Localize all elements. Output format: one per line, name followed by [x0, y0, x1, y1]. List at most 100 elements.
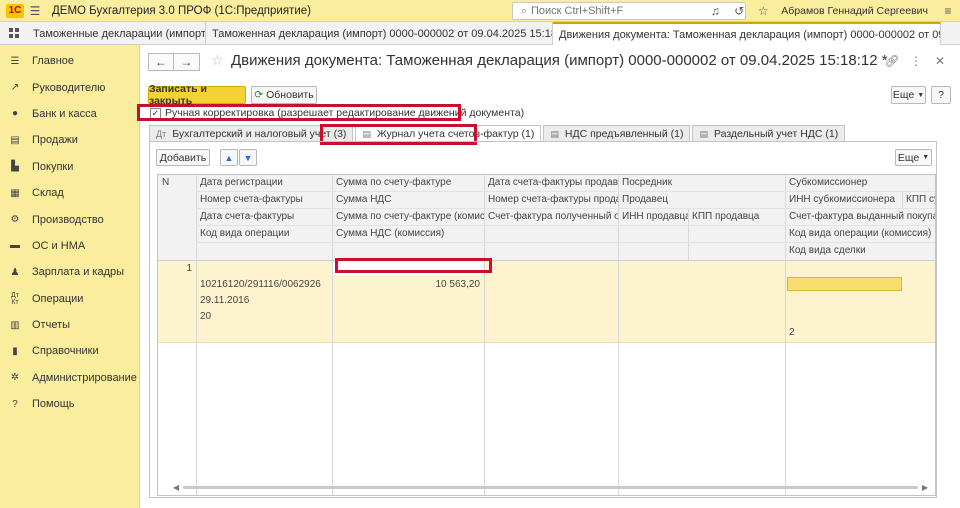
cell-operation-code[interactable]: 20 — [196, 311, 332, 322]
tab-customs-declaration[interactable]: Таможенная декларация (импорт) 0000-0000… — [206, 22, 553, 45]
main-menu-icon[interactable]: ☰ — [24, 4, 46, 18]
col-invoice-date: Дата счета-фактуры — [200, 211, 295, 222]
home-grid-icon[interactable] — [0, 22, 27, 44]
sidebar-item-warehouse[interactable]: ▦ Склад — [0, 180, 139, 206]
warehouse-icon: ▦ — [10, 187, 20, 199]
document-form: ← → ☆ Движения документа: Таможенная дек… — [137, 45, 960, 508]
col-seller-kpp: КПП продавца — [692, 211, 760, 222]
tab-document-movements[interactable]: Движения документа: Таможенная деклараци… — [553, 22, 941, 45]
settings-menu-icon[interactable]: ≡ — [936, 4, 960, 18]
register-icon: ▤ — [550, 128, 559, 139]
col-issued-invoice: Счет-фактура выданный покупателю — [789, 211, 935, 222]
col-subcommissioner-kpp: КПП су — [906, 194, 936, 205]
tab-label: Таможенная декларация (импорт) 0000-0000… — [212, 27, 553, 40]
selected-cell[interactable] — [787, 277, 902, 291]
cell-vat-amount[interactable]: 10 563,20 — [332, 279, 484, 290]
col-seller-invoice-number: Номер счета-фактуры продавца — [488, 194, 618, 205]
col-received-invoice: Счет-фактура полученный от п... — [488, 211, 618, 222]
operations-icon: Дт Кт — [11, 291, 19, 306]
sidebar-item-production[interactable]: ⚙ Производство — [0, 206, 139, 232]
book-icon: ▮ — [12, 345, 18, 357]
1c-logo: 1С — [6, 3, 24, 18]
sidebar-item-sales[interactable]: ▤ Продажи — [0, 127, 139, 153]
cell-deal-type-code[interactable]: 2 — [785, 327, 935, 338]
search-input[interactable] — [531, 5, 731, 17]
more-button[interactable]: Еще ▼ — [891, 86, 926, 104]
col-vat-amount: Сумма НДС — [336, 194, 392, 205]
highlight-invoice-amount — [335, 258, 492, 273]
col-seller-inn: ИНН продавца — [622, 211, 688, 222]
sidebar-item-bank[interactable]: ● Банк и касса — [0, 101, 139, 127]
col-invoice-number: Номер счета-фактуры — [200, 194, 303, 205]
move-down-button[interactable]: ▼ — [239, 149, 257, 166]
basket-icon: ▙ — [11, 161, 19, 173]
tab-label: Движения документа: Таможенная деклараци… — [559, 28, 940, 41]
sidebar-item-main[interactable]: ☰ Главное — [0, 48, 139, 74]
cell-invoice-date[interactable]: 29.11.2016 — [196, 295, 332, 306]
panel-more-button[interactable]: Еще ▼ — [895, 149, 932, 166]
open-windows-bar: Таможенные декларации (импорт) ✕ Таможен… — [0, 22, 960, 45]
tab-separate-vat[interactable]: ▤ Раздельный учет НДС (1) — [692, 125, 846, 142]
app-title: ДЕМО Бухгалтерия 3.0 ПРОФ (1С:Предприяти… — [52, 4, 311, 17]
arrow-left-icon: ← — [155, 55, 167, 69]
history-icon[interactable]: ↺ — [727, 4, 751, 18]
horizontal-scrollbar[interactable]: ◀ ▶ — [173, 483, 928, 492]
col-invoice-amount-commission: Сумма по счету-фактуре (комиссия) — [336, 211, 484, 222]
link-icon[interactable]: 🔗︎ — [880, 54, 904, 68]
invoice-journal-panel: Добавить ▲ ▼ Еще ▼ N Дата регистрации Но… — [149, 141, 937, 498]
sidebar-item-directories[interactable]: ▮ Справочники — [0, 338, 139, 364]
scroll-left-icon[interactable]: ◀ — [173, 483, 179, 492]
refresh-icon: ⟳ — [254, 89, 264, 101]
sidebar-item-salary[interactable]: ♟ Зарплата и кадры — [0, 259, 139, 285]
title-bar: 1С ☰ ДЕМО Бухгалтерия 3.0 ПРОФ (1С:Предп… — [0, 0, 960, 22]
bell-icon[interactable]: ♫ — [703, 4, 727, 18]
move-up-button[interactable]: ▲ — [220, 149, 238, 166]
back-button[interactable]: ← — [148, 53, 174, 71]
report-icon: ▥ — [10, 319, 20, 331]
help-button[interactable]: ? — [931, 86, 951, 104]
person-icon: ♟ — [10, 266, 20, 278]
chevron-down-icon: ▼ — [917, 91, 925, 99]
sidebar-item-purchases[interactable]: ▙ Покупки — [0, 154, 139, 180]
forward-button[interactable]: → — [174, 53, 200, 71]
arrow-up-icon: ▲ — [224, 152, 234, 163]
sidebar-item-manager[interactable]: ↗ Руководителю — [0, 74, 139, 100]
chart-icon: ↗ — [10, 82, 20, 94]
sidebar-item-operations[interactable]: Дт Кт Операции — [0, 286, 139, 312]
sections-sidebar: ☰ Главное ↗ Руководителю ● Банк и касса ▤ Пр… — [0, 45, 140, 508]
add-button[interactable]: Добавить — [156, 149, 210, 166]
register-icon: ▤ — [699, 128, 708, 139]
truck-icon: ▬ — [10, 240, 20, 252]
col-seller: Продавец — [622, 194, 668, 205]
ruble-icon: ● — [11, 108, 19, 120]
favorites-star-icon[interactable]: ☆ — [751, 4, 775, 18]
cart-icon: ▤ — [10, 134, 20, 146]
gear-icon: ✲ — [10, 372, 20, 384]
arrow-down-icon: ▼ — [243, 152, 253, 163]
tab-label: Таможенные декларации (импорт) — [33, 27, 206, 40]
factory-icon: ⚙ — [10, 214, 20, 226]
col-operation-code: Код вида операции — [200, 228, 290, 239]
col-vat-amount-commission: Сумма НДС (комиссия) — [336, 228, 445, 239]
movements-table: N Дата регистрации Номер счета-фактуры Д… — [157, 174, 936, 496]
user-name[interactable]: Абрамов Геннадий Сергеевич — [781, 5, 928, 17]
kebab-menu-icon[interactable]: ⋮ — [904, 54, 928, 68]
cell-invoice-number[interactable]: 10216120/291116/0062926 — [196, 279, 332, 290]
help-icon: ? — [12, 398, 18, 410]
col-invoice-amount: Сумма по счету-фактуре — [336, 177, 452, 188]
save-and-close-button[interactable]: Записать и закрыть — [148, 83, 246, 107]
sidebar-item-administration[interactable]: ✲ Администрирование — [0, 365, 139, 391]
sidebar-item-reports[interactable]: ▥ Отчеты — [0, 312, 139, 338]
col-operation-code-commission: Код вида операции (комиссия) — [789, 228, 932, 239]
tab-customs-declarations-list[interactable]: Таможенные декларации (импорт) ✕ — [27, 22, 206, 45]
close-icon[interactable]: ✕ — [928, 54, 952, 68]
sidebar-item-help[interactable]: ? Помощь — [0, 391, 139, 417]
col-deal-type-code: Код вида сделки — [789, 245, 866, 256]
refresh-button[interactable]: ⟳ Обновить — [251, 86, 317, 104]
menu-icon: ☰ — [10, 55, 20, 67]
arrow-right-icon: → — [180, 55, 193, 69]
tab-vat-presented[interactable]: ▤ НДС предъявленный (1) — [543, 125, 691, 142]
favorite-star-icon[interactable]: ☆ — [211, 52, 224, 69]
scroll-right-icon[interactable]: ▶ — [922, 483, 928, 492]
sidebar-item-fixed-assets[interactable]: ▬ ОС и НМА — [0, 233, 139, 259]
